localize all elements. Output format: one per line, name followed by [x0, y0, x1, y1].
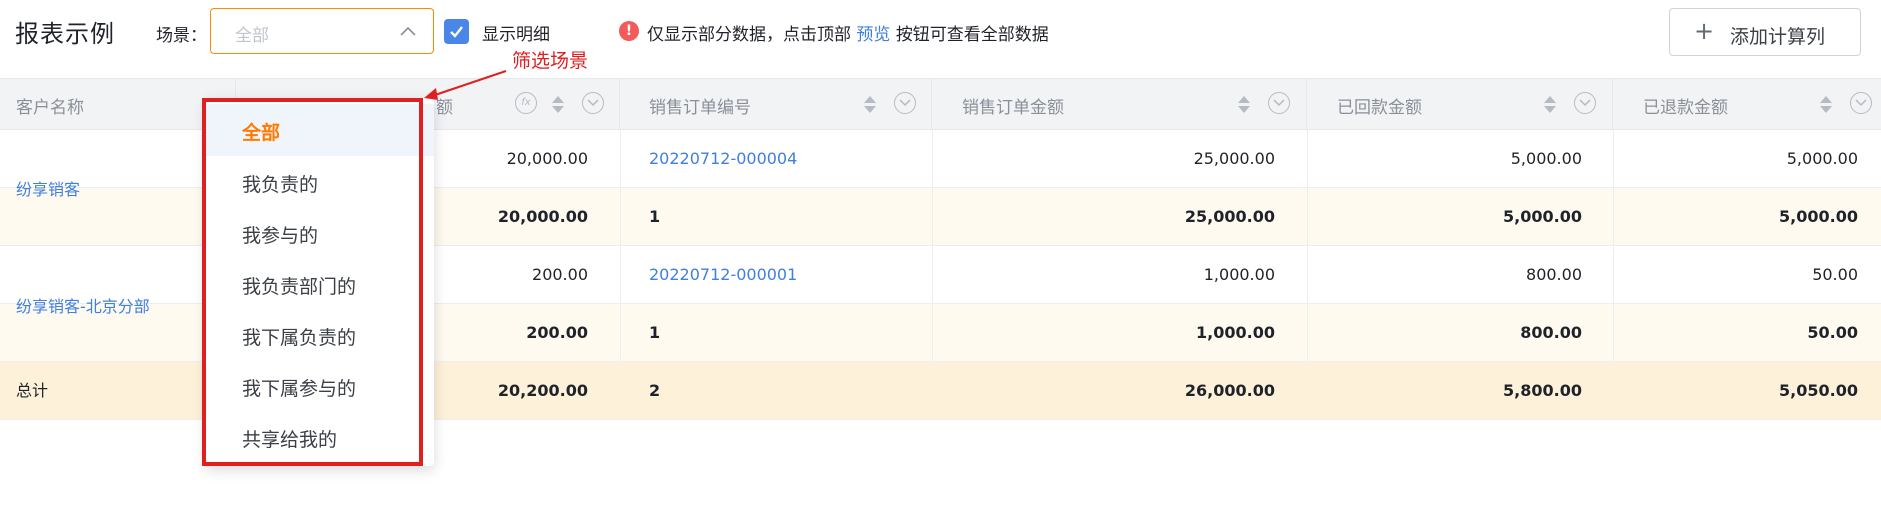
scene-option-shared-with-me[interactable]: 共享给我的 [206, 411, 434, 463]
toolbar: 报表示例 场景： 全部 显示明细 ! 仅显示部分数据，点击顶部 预览 按钮可查看… [0, 0, 1881, 78]
received-cell: 5,800.00 [1503, 381, 1582, 400]
column-header-customer[interactable]: 客户名称 [0, 79, 236, 129]
column-header-order-no[interactable]: 销售订单编号 [620, 79, 932, 129]
formula-icon[interactable]: fx [515, 92, 537, 114]
check-icon [450, 26, 463, 38]
column-header-refunded[interactable]: 已退款金额 [1613, 79, 1881, 129]
show-detail-label[interactable]: 显示明细 [482, 20, 550, 45]
sort-icon[interactable] [552, 96, 564, 114]
scene-option-label: 我下属负责的 [242, 327, 357, 349]
notice-text-post: 按钮可查看全部数据 [895, 25, 1049, 45]
column-header-label: 销售订单编号 [649, 98, 751, 118]
show-detail-checkbox[interactable] [444, 19, 469, 44]
scene-option-participated[interactable]: 我参与的 [206, 207, 434, 259]
scene-option-label: 共享给我的 [242, 429, 338, 451]
column-header-label: 客户名称 [16, 98, 84, 118]
column-menu-icon[interactable] [1850, 92, 1872, 114]
plus-icon: + [1694, 17, 1715, 45]
column-divider [1307, 130, 1308, 362]
scene-option-mine[interactable]: 我负责的 [206, 156, 434, 208]
scene-select-value: 全部 [235, 26, 269, 46]
order-count-cell: 1 [649, 323, 661, 342]
order-amount-cell: 1,000.00 [1196, 323, 1275, 342]
sort-icon[interactable] [1238, 96, 1250, 114]
annotation-label: 筛选场景 [512, 50, 589, 72]
order-amount-cell: 25,000.00 [1193, 149, 1275, 168]
refunded-cell: 50.00 [1812, 265, 1858, 284]
refunded-cell: 5,000.00 [1779, 207, 1858, 226]
column-menu-icon[interactable] [582, 92, 604, 114]
column-header-label: 已回款金额 [1337, 98, 1422, 118]
chevron-up-icon [400, 26, 416, 36]
scene-dropdown-menu: 全部 我负责的 我参与的 我负责部门的 我下属负责的 我下属参与的 共享给我的 [206, 98, 434, 466]
column-divider [1613, 130, 1614, 362]
received-cell: 800.00 [1520, 323, 1582, 342]
add-calculated-column-button[interactable]: + 添加计算列 [1669, 8, 1861, 56]
refunded-cell: 5,000.00 [1786, 149, 1858, 168]
received-cell: 800.00 [1526, 265, 1582, 284]
scene-option-label: 全部 [242, 122, 281, 144]
column-menu-icon[interactable] [1574, 92, 1596, 114]
sort-icon[interactable] [1820, 96, 1832, 114]
sort-icon[interactable] [1544, 96, 1556, 114]
preview-link[interactable]: 预览 [856, 25, 890, 45]
customer-link[interactable]: 纷享销客 [16, 176, 80, 200]
sort-icon[interactable] [864, 96, 876, 114]
scene-select[interactable]: 全部 [210, 8, 434, 54]
customer-link[interactable]: 纷享销客-北京分部 [16, 293, 150, 317]
page-title: 报表示例 [15, 20, 115, 48]
column-divider [932, 130, 933, 362]
column-header-label: 额 [436, 98, 453, 118]
column-header-received[interactable]: 已回款金额 [1307, 79, 1613, 129]
order-amount-cell: 1,000.00 [1203, 265, 1275, 284]
scene-option-label: 我负责部门的 [242, 276, 357, 298]
order-amount-cell: 25,000.00 [1184, 207, 1275, 226]
scene-option-label: 我参与的 [242, 225, 319, 247]
warning-icon: ! [619, 21, 639, 41]
column-menu-icon[interactable] [894, 92, 916, 114]
order-count-cell: 2 [649, 381, 661, 400]
scene-option-all[interactable]: 全部 [206, 104, 434, 156]
received-cell: 5,000.00 [1510, 149, 1582, 168]
scene-option-label: 我下属参与的 [242, 378, 357, 400]
column-header-label: 销售订单金额 [962, 98, 1064, 118]
column-header-label: 已退款金额 [1643, 98, 1728, 118]
scene-option-my-department[interactable]: 我负责部门的 [206, 258, 434, 310]
notice-text-pre: 仅显示部分数据，点击顶部 [647, 25, 851, 45]
received-cell: 5,000.00 [1503, 207, 1582, 226]
column-header-order-amount[interactable]: 销售订单金额 [932, 79, 1307, 129]
scene-option-subordinate-participated[interactable]: 我下属参与的 [206, 360, 434, 412]
scene-label: 场景： [156, 26, 207, 46]
refunded-cell: 50.00 [1807, 323, 1858, 342]
column-divider [620, 130, 621, 362]
refunded-cell: 5,050.00 [1779, 381, 1858, 400]
order-no-link[interactable]: 20220712-000004 [649, 130, 797, 188]
order-amount-cell: 26,000.00 [1184, 381, 1275, 400]
column-menu-icon[interactable] [1268, 92, 1290, 114]
total-label: 总计 [16, 381, 49, 400]
scene-option-subordinate-owned[interactable]: 我下属负责的 [206, 309, 434, 361]
order-count-cell: 1 [649, 207, 661, 226]
add-calculated-column-label: 添加计算列 [1730, 26, 1826, 48]
order-no-link[interactable]: 20220712-000001 [649, 246, 797, 304]
notice-text: 仅显示部分数据，点击顶部 预览 按钮可查看全部数据 [647, 20, 1049, 45]
scene-option-label: 我负责的 [242, 174, 319, 196]
